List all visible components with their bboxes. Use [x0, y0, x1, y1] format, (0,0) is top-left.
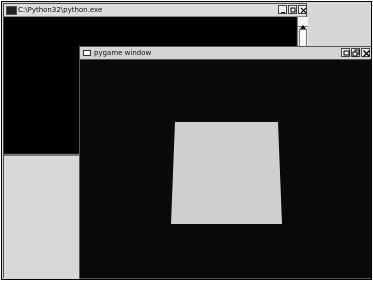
maximize-icon: [352, 49, 360, 57]
window-icon[interactable]: [83, 50, 91, 56]
pygame-title: pygame window: [94, 49, 152, 57]
scroll-up-button[interactable]: [298, 17, 308, 29]
render-surface: [171, 122, 282, 224]
close-icon: [363, 50, 370, 57]
maximize-icon: [290, 7, 296, 13]
close-icon: [300, 7, 307, 14]
desktop-frame: C:\Python32\python.exe pygame window: [1, 1, 372, 280]
pygame-canvas[interactable]: [80, 60, 371, 278]
maximize-button[interactable]: [288, 5, 297, 14]
minimize-icon: [281, 12, 285, 13]
console-title: C:\Python32\python.exe: [18, 6, 103, 14]
minimize-button[interactable]: [341, 48, 350, 57]
minimize-button[interactable]: [278, 5, 287, 14]
close-button[interactable]: [298, 5, 307, 14]
minimize-icon: [343, 50, 350, 56]
scrollbar-thumb[interactable]: [299, 29, 307, 47]
console-title-bar[interactable]: C:\Python32\python.exe: [4, 4, 307, 17]
close-button[interactable]: [361, 48, 370, 57]
console-icon[interactable]: [6, 6, 17, 15]
rendered-quad: [171, 122, 282, 224]
maximize-button[interactable]: [351, 48, 360, 57]
pygame-window[interactable]: pygame window: [79, 46, 371, 279]
pygame-title-bar[interactable]: pygame window: [80, 47, 371, 60]
